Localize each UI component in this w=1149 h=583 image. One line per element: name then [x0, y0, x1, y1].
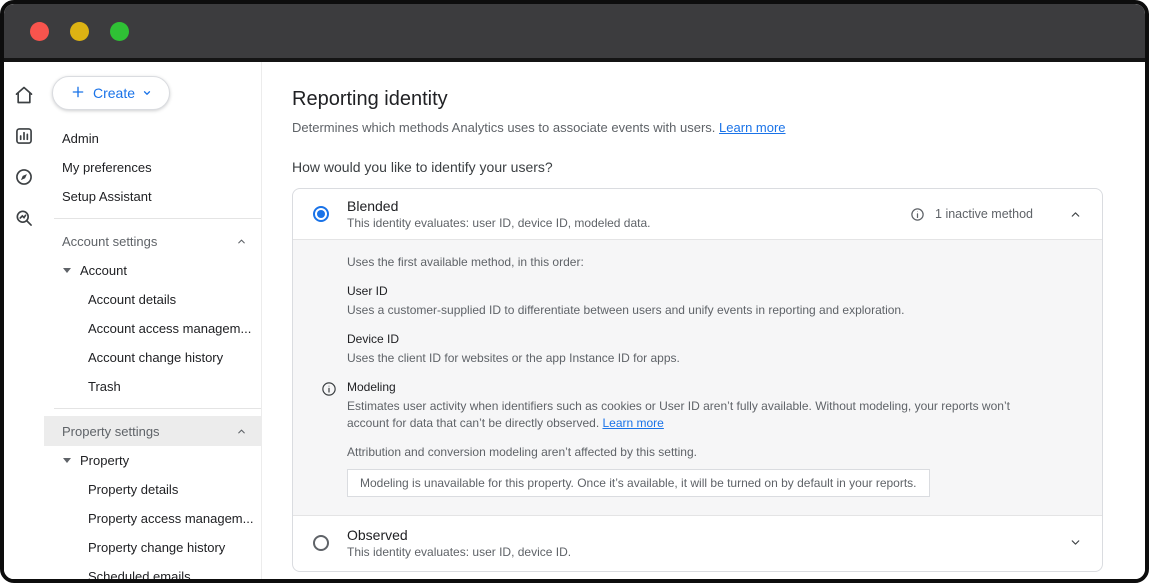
sidebar-item-account-access-management[interactable]: Account access managem... [44, 314, 261, 343]
observed-radio[interactable] [313, 535, 329, 551]
chevron-up-icon [236, 236, 247, 247]
details-intro: Uses the first available method, in this… [347, 255, 1078, 269]
reporting-identity-card: Blended This identity evaluates: user ID… [292, 188, 1103, 572]
expand-chevron-down-icon[interactable] [1069, 536, 1082, 549]
blended-option-title: Blended [347, 198, 651, 214]
close-window-button[interactable] [30, 22, 49, 41]
sidebar-item-label: Account details [88, 292, 176, 307]
sidebar-divider [54, 408, 261, 409]
sidebar-item-property-change-history[interactable]: Property change history [44, 533, 261, 562]
blended-option-right: 1 inactive method [910, 207, 1082, 222]
sidebar-item-label: Account access managem... [88, 321, 251, 336]
device-id-title: Device ID [347, 332, 1078, 346]
sidebar-item-account-details[interactable]: Account details [44, 285, 261, 314]
create-button-label: Create [93, 85, 135, 101]
user-id-title: User ID [347, 284, 1078, 298]
blended-details-panel: Uses the first available method, in this… [293, 239, 1102, 516]
attribution-note: Attribution and conversion modeling aren… [347, 445, 1078, 459]
sidebar-item-label: Property access managem... [88, 511, 253, 526]
sidebar-divider [54, 218, 261, 219]
sidebar-item-trash[interactable]: Trash [44, 372, 261, 401]
home-icon[interactable] [13, 84, 35, 106]
device-id-method: Device ID Uses the client ID for website… [347, 332, 1078, 366]
modeling-title: Modeling [347, 380, 1047, 394]
observed-option-right [1043, 536, 1082, 549]
chevron-down-icon [142, 88, 152, 98]
blended-option-row[interactable]: Blended This identity evaluates: user ID… [293, 189, 1102, 239]
chevron-up-icon [236, 426, 247, 437]
sidebar-group-account[interactable]: Account [44, 256, 261, 285]
plus-icon [70, 84, 86, 103]
sidebar-item-label: Scheduled emails [88, 569, 191, 579]
learn-more-link[interactable]: Learn more [602, 416, 663, 430]
window-titlebar [4, 4, 1145, 62]
main-content: Reporting identity Determines which meth… [262, 62, 1145, 579]
inactive-method-badge: 1 inactive method [935, 207, 1033, 221]
sidebar-item-account-change-history[interactable]: Account change history [44, 343, 261, 372]
modeling-description: Estimates user activity when identifiers… [347, 398, 1047, 430]
user-id-description: Uses a customer-supplied ID to different… [347, 302, 1078, 318]
device-id-description: Uses the client ID for websites or the a… [347, 350, 1078, 366]
sidebar-item-label: Property details [88, 482, 178, 497]
modeling-method: Modeling Estimates user activity when id… [321, 380, 1078, 430]
sidebar-item-scheduled-emails[interactable]: Scheduled emails [44, 562, 261, 579]
learn-more-link[interactable]: Learn more [719, 120, 785, 135]
sidebar-item-label: Property change history [88, 540, 225, 555]
create-button[interactable]: Create [52, 76, 170, 110]
minimize-window-button[interactable] [70, 22, 89, 41]
sidebar-group-property[interactable]: Property [44, 446, 261, 475]
collapse-chevron-up-icon[interactable] [1069, 208, 1082, 221]
identify-users-question: How would you like to identify your user… [292, 159, 1103, 175]
expand-arrow-icon [63, 458, 71, 463]
observed-option-description: This identity evaluates: user ID, device… [347, 545, 571, 559]
sidebar-item-label: My preferences [62, 160, 152, 175]
section-header-label: Account settings [62, 234, 157, 249]
sidebar-item-label: Account change history [88, 350, 223, 365]
reports-icon[interactable] [13, 125, 35, 147]
user-id-method: User ID Uses a customer-supplied ID to d… [347, 284, 1078, 318]
sidebar-section-account-settings[interactable]: Account settings [44, 226, 261, 256]
sidebar-item-label: Trash [88, 379, 121, 394]
observed-option-row[interactable]: Observed This identity evaluates: user I… [293, 516, 1102, 571]
explore-icon[interactable] [13, 166, 35, 188]
sidebar-item-setup-assistant[interactable]: Setup Assistant [44, 182, 261, 211]
modeling-unavailable-notice: Modeling is unavailable for this propert… [347, 469, 930, 497]
blended-radio[interactable] [313, 206, 329, 222]
sidebar-item-my-preferences[interactable]: My preferences [44, 153, 261, 182]
sidebar-item-property-details[interactable]: Property details [44, 475, 261, 504]
zoom-window-button[interactable] [110, 22, 129, 41]
modeling-description-text: Estimates user activity when identifiers… [347, 399, 1010, 429]
blended-option-text: Blended This identity evaluates: user ID… [347, 198, 651, 230]
info-icon[interactable] [910, 207, 925, 222]
info-icon[interactable] [321, 380, 337, 430]
observed-option-title: Observed [347, 527, 571, 543]
expand-arrow-icon [63, 268, 71, 273]
blended-option-description: This identity evaluates: user ID, device… [347, 216, 651, 230]
sidebar-item-admin[interactable]: Admin [44, 124, 261, 153]
page-title: Reporting identity [292, 88, 1103, 111]
group-label: Property [80, 453, 129, 468]
page-subtitle: Determines which methods Analytics uses … [292, 120, 1103, 135]
sidebar-section-property-settings[interactable]: Property settings [44, 416, 261, 446]
admin-sidebar: Create Admin My preferences Setup Assist… [44, 62, 262, 579]
sidebar-item-property-access-management[interactable]: Property access managem... [44, 504, 261, 533]
observed-option-text: Observed This identity evaluates: user I… [347, 527, 571, 559]
section-header-label: Property settings [62, 424, 160, 439]
sidebar-item-label: Setup Assistant [62, 189, 152, 204]
modeling-text: Modeling Estimates user activity when id… [347, 380, 1047, 430]
sidebar-item-label: Admin [62, 131, 99, 146]
group-label: Account [80, 263, 127, 278]
app-window: Create Admin My preferences Setup Assist… [0, 0, 1149, 583]
page-subtitle-text: Determines which methods Analytics uses … [292, 120, 715, 135]
advertising-icon[interactable] [13, 207, 35, 229]
nav-rail [4, 62, 44, 579]
app-body: Create Admin My preferences Setup Assist… [4, 62, 1145, 579]
